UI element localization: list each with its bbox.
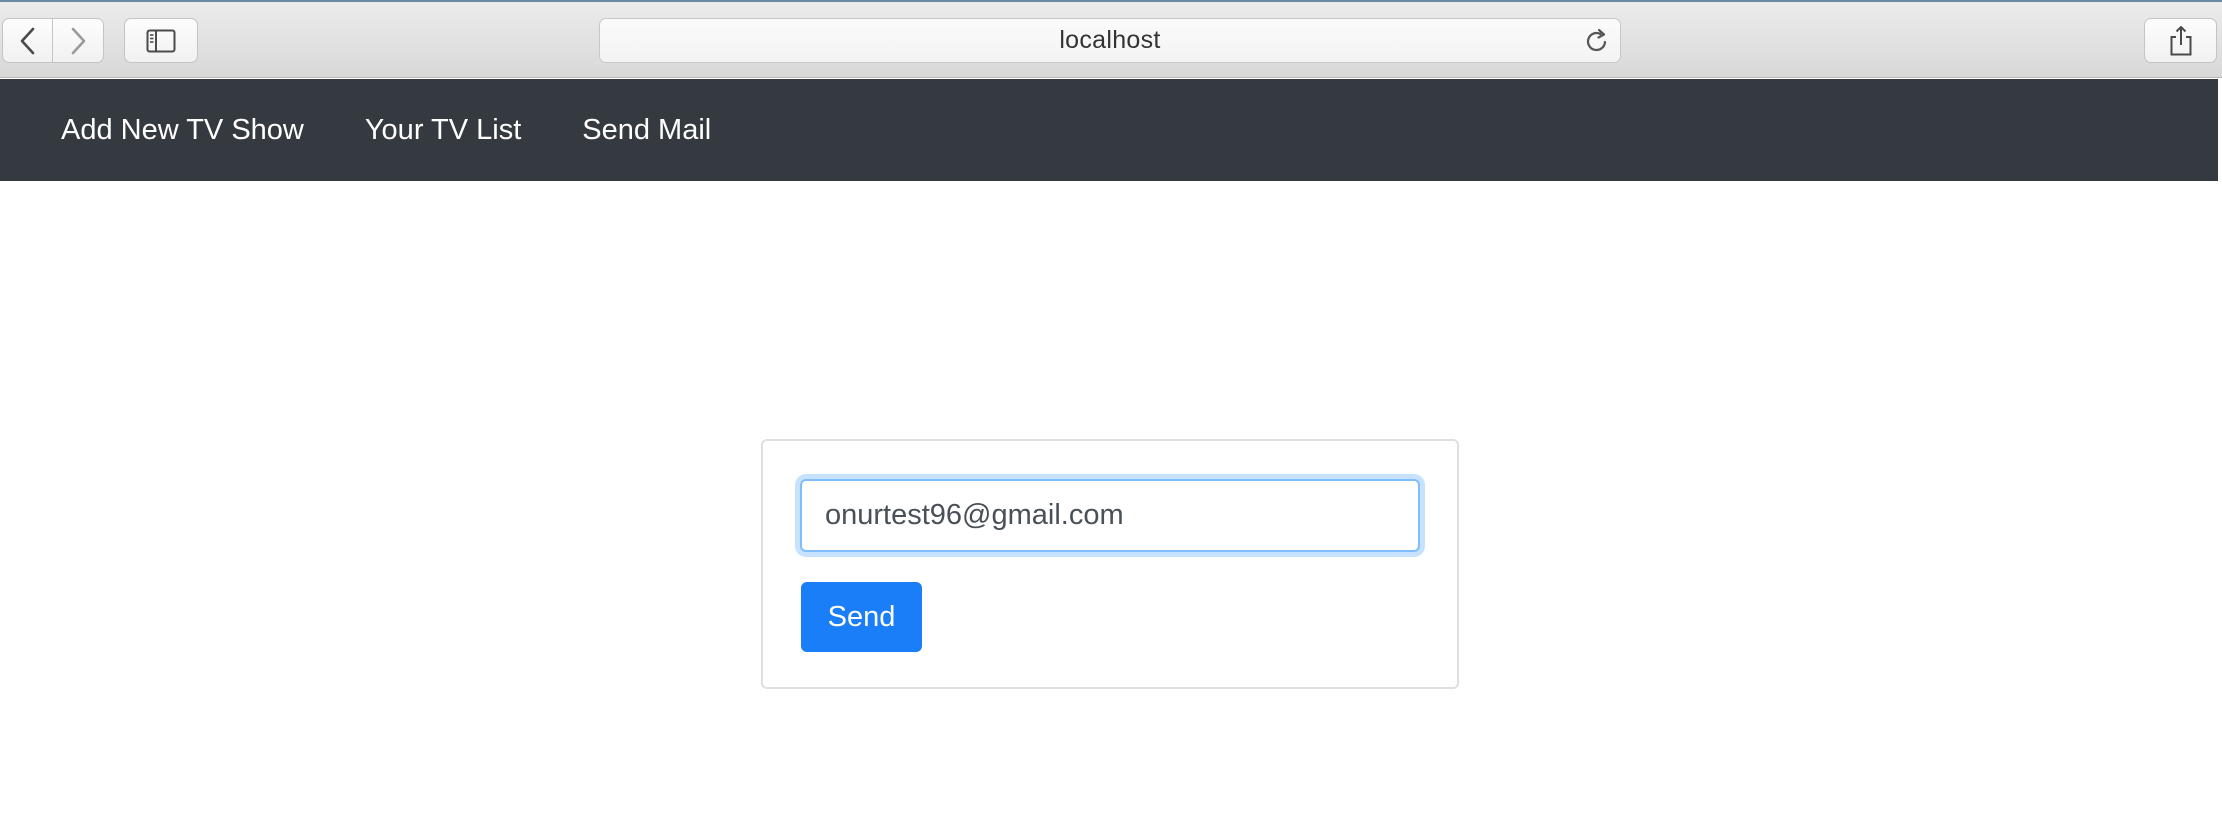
email-input[interactable] xyxy=(800,479,1420,552)
send-button[interactable]: Send xyxy=(801,582,922,652)
share-icon xyxy=(2168,25,2194,57)
url-text: localhost xyxy=(1059,26,1161,54)
chevron-left-icon xyxy=(19,27,37,55)
nav-link-add-new-tv-show[interactable]: Add New TV Show xyxy=(61,114,304,147)
share-button[interactable] xyxy=(2144,18,2217,63)
sidebar-icon xyxy=(146,29,176,53)
send-mail-card: Send xyxy=(761,439,1459,689)
address-bar[interactable]: localhost xyxy=(599,18,1621,63)
page-edge xyxy=(2218,79,2222,816)
reload-icon[interactable] xyxy=(1584,28,1610,59)
nav-link-send-mail[interactable]: Send Mail xyxy=(582,114,711,147)
browser-toolbar: localhost xyxy=(0,0,2222,78)
nav-link-your-tv-list[interactable]: Your TV List xyxy=(365,114,521,147)
chevron-right-icon xyxy=(69,27,87,55)
forward-button[interactable] xyxy=(53,18,104,63)
sidebar-toggle-button[interactable] xyxy=(124,18,198,63)
main-navbar: Add New TV Show Your TV List Send Mail xyxy=(0,79,2218,181)
back-button[interactable] xyxy=(2,18,53,63)
